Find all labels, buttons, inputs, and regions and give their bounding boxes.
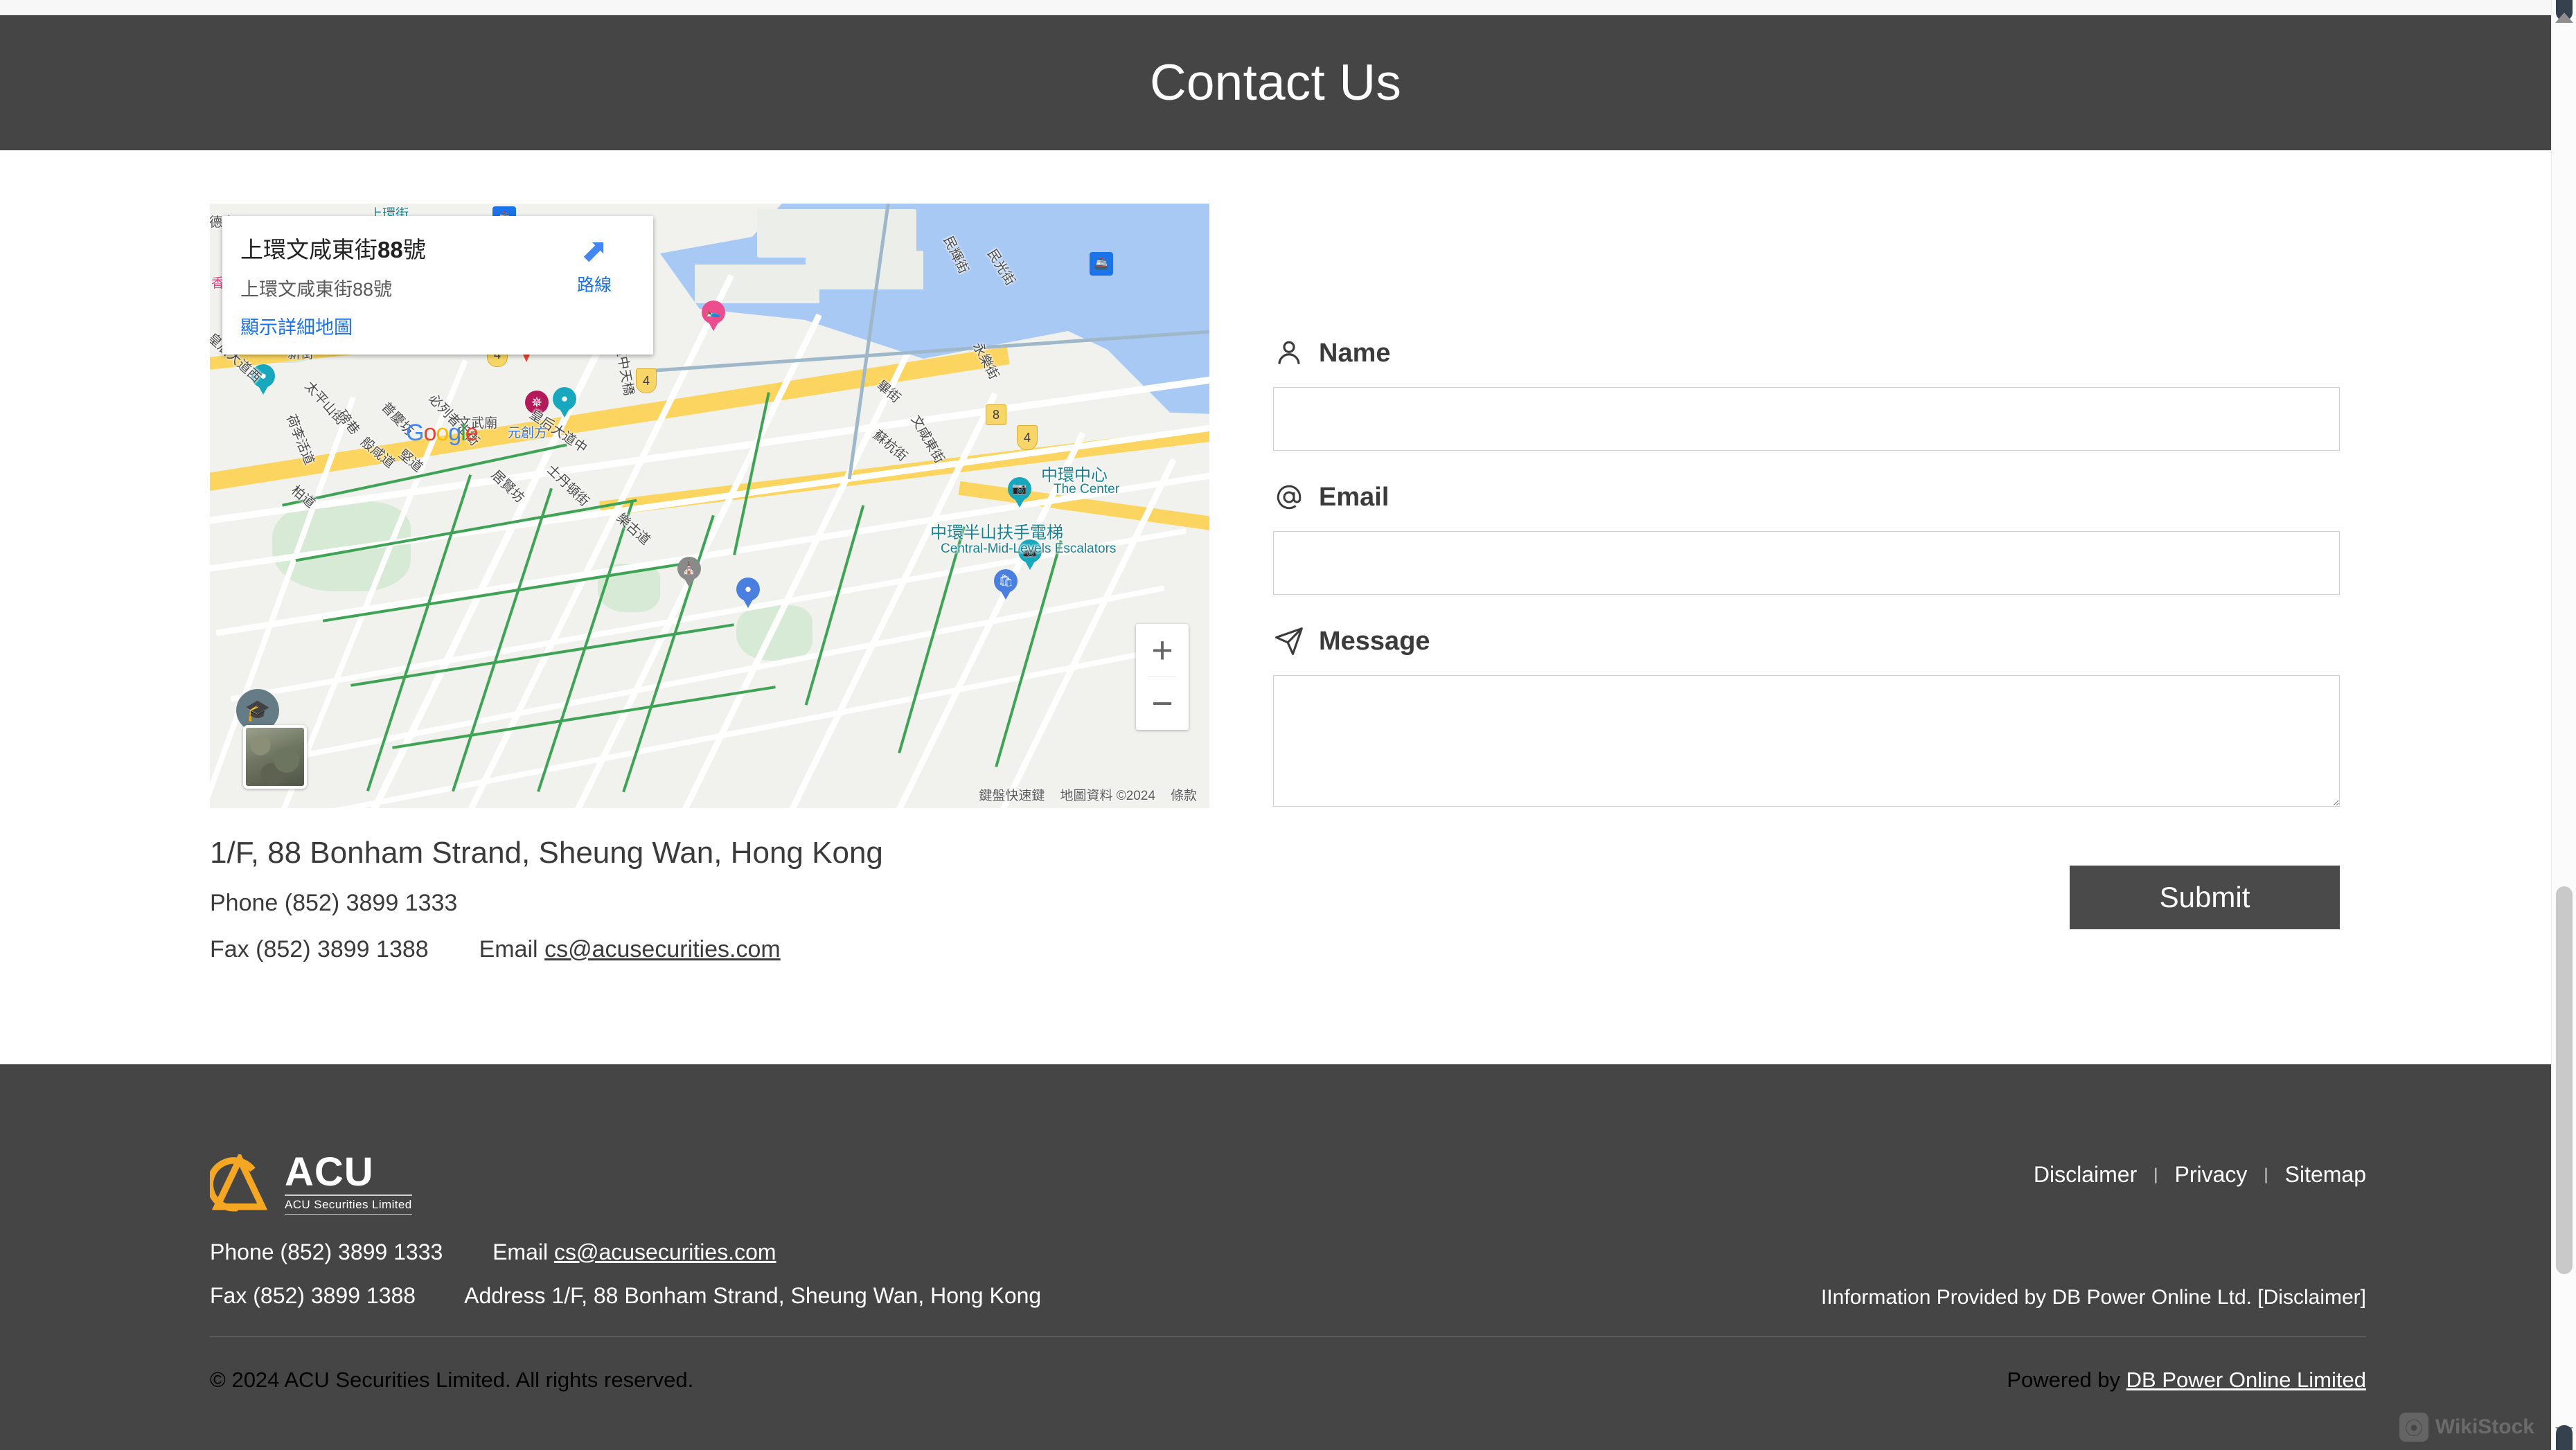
map-attribution: 鍵盤快速鍵 地圖資料 ©2024 條款 [979,785,1197,804]
fax-label: Fax [210,936,249,963]
phone-value: (852) 3899 1333 [284,890,458,916]
wikistock-label: WikiStock [2435,1415,2534,1438]
map-poi-pin[interactable]: ● [736,578,760,609]
footer-address-value: 1/F, 88 Bonham Strand, Sheung Wan, Hong … [551,1283,1042,1308]
footer-divider [210,1336,2366,1337]
contact-fax-email-line: Fax (852) 3899 1388 Email cs@acusecuriti… [210,936,883,963]
map-label: The Center [1054,482,1120,496]
map-keyboard-shortcuts-link[interactable]: 鍵盤快速鍵 [979,785,1045,804]
acu-logo-text: ACU ACU Securities Limited [285,1149,412,1215]
map-route-shield: 4 [636,368,657,393]
scrollbar-thumb[interactable] [2556,886,2573,1274]
show-detailed-map-link[interactable]: 顯示詳細地圖 [240,312,353,339]
message-field-group: Message [1273,625,2340,810]
at-sign-icon [1273,481,1305,513]
footer-powered-by: Powered by DB Power Online Limited [2007,1368,2366,1393]
ferry-icon: 🚢 [1090,252,1113,276]
contact-phone-line: Phone (852) 3899 1333 [210,890,883,917]
footer-phone-email-line: Phone (852) 3899 1333 Email cs@acusecuri… [210,1239,1041,1265]
footer-link-separator: | [2153,1165,2158,1184]
main-content: 4 4 8 4 🛌 📷 📷 🛍 ⛪ ● ● [0,150,2551,1064]
message-label: Message [1319,626,1430,656]
browser-top-strip [0,0,2576,15]
footer-email-label: Email [492,1239,549,1264]
footer-links: Disclaimer | Privacy | Sitemap [2034,1162,2366,1188]
footer-link-privacy[interactable]: Privacy [2174,1162,2247,1188]
map-poi-hotel-pin[interactable]: 🛌 [702,301,725,332]
email-input[interactable] [1273,531,2340,595]
footer-copyright: © 2024 ACU Securities Limited. All right… [210,1368,694,1392]
name-field-group: Name [1273,337,2340,451]
contact-address: 1/F, 88 Bonham Strand, Sheung Wan, Hong … [210,836,883,870]
powered-by-link[interactable]: DB Power Online Limited [2126,1368,2366,1392]
directions-fork-icon: ⬈ [580,232,608,268]
map-zoom-controls[interactable]: + − [1136,624,1189,730]
zoom-in-button[interactable]: + [1136,624,1189,677]
zoom-out-button[interactable]: − [1136,677,1189,730]
page-scrollbar[interactable] [2551,0,2576,1450]
google-map[interactable]: 4 4 8 4 🛌 📷 📷 🛍 ⛪ ● ● [210,204,1209,808]
paper-plane-icon [1273,625,1305,657]
footer-phone-label: Phone [210,1239,274,1264]
footer-fax-label: Fax [210,1283,247,1308]
map-route-shield: 8 [986,404,1006,425]
scroll-up-arrow-icon[interactable] [2555,12,2573,23]
acu-wordmark: ACU [285,1149,374,1194]
wikistock-logo-icon: ⦿ [2399,1413,2428,1442]
contact-form: Name Email Message Submit [1273,337,2340,929]
map-pier [695,265,819,303]
map-pier [806,251,923,289]
page-header: Contact Us [0,15,2551,150]
scrollbar-bottom-cap [2556,1425,2573,1450]
email-label: Email [1319,482,1389,512]
map-poi-ferry-pin[interactable]: 🚢 [1090,252,1113,284]
map-data-credit: 地圖資料 ©2024 [1060,789,1155,803]
map-poi-temple-pin[interactable]: ⛪ [677,557,701,589]
message-textarea[interactable] [1273,675,2340,807]
map-route-shield: 4 [1017,425,1038,450]
map-label: 中環半山扶手電梯 [930,523,1063,542]
map-poi-pin[interactable]: ● [553,387,576,419]
email-link[interactable]: cs@acusecurities.com [544,936,781,963]
map-poi-camera-pin[interactable]: 📷 [1008,477,1031,509]
email-label-row: Email [1273,481,2340,513]
footer-fax-address-line: Fax (852) 3899 1388 Address 1/F, 88 Bonh… [210,1283,1041,1309]
google-logo[interactable]: Google [406,420,479,447]
acu-tagline: ACU Securities Limited [285,1198,412,1212]
footer-email-link[interactable]: cs@acusecurities.com [554,1239,776,1264]
map-poi-shop-pin[interactable]: 🛍 [994,569,1018,601]
message-label-row: Message [1273,625,2340,657]
footer-db-power-info[interactable]: IInformation Provided by DB Power Online… [1821,1286,2366,1309]
fax-value: (852) 3899 1388 [256,936,429,963]
map-label: Central-Mid-Levels Escalators [941,541,1117,556]
submit-row: Submit [1273,866,2340,929]
person-icon [1273,337,1305,369]
submit-button[interactable]: Submit [2070,866,2340,929]
directions-label: 路線 [576,276,612,295]
map-label: 元創方 [508,426,548,440]
footer-fax-value: (852) 3899 1388 [253,1283,416,1308]
map-terms-link[interactable]: 條款 [1171,785,1197,804]
name-label: Name [1319,338,1391,368]
name-input[interactable] [1273,387,2340,451]
footer-phone-value: (852) 3899 1333 [280,1239,443,1264]
email-field-group: Email [1273,481,2340,595]
powered-by-prefix: Powered by [2007,1368,2126,1392]
wikistock-watermark: ⦿ WikiStock [2399,1413,2534,1442]
name-label-row: Name [1273,337,2340,369]
phone-label: Phone [210,890,278,916]
email-label: Email [479,936,538,963]
footer-contact: Phone (852) 3899 1333 Email cs@acusecuri… [210,1239,1041,1309]
footer-address-label: Address [464,1283,546,1308]
contact-details: 1/F, 88 Bonham Strand, Sheung Wan, Hong … [210,836,883,963]
map-info-window[interactable]: 上環文咸東街88號 上環文咸東街88號 顯示詳細地圖 ⬈ 路線 [222,216,653,355]
footer-link-separator: | [2264,1165,2268,1184]
footer-link-sitemap[interactable]: Sitemap [2285,1162,2366,1188]
footer-link-disclaimer[interactable]: Disclaimer [2034,1162,2137,1188]
acu-logo-mark [206,1151,269,1214]
page-title: Contact Us [1149,55,1402,111]
directions-button[interactable]: ⬈ 路線 [556,234,632,296]
street-view-thumbnail[interactable] [243,725,307,789]
footer-logo[interactable]: ACU ACU Securities Limited [206,1149,412,1215]
